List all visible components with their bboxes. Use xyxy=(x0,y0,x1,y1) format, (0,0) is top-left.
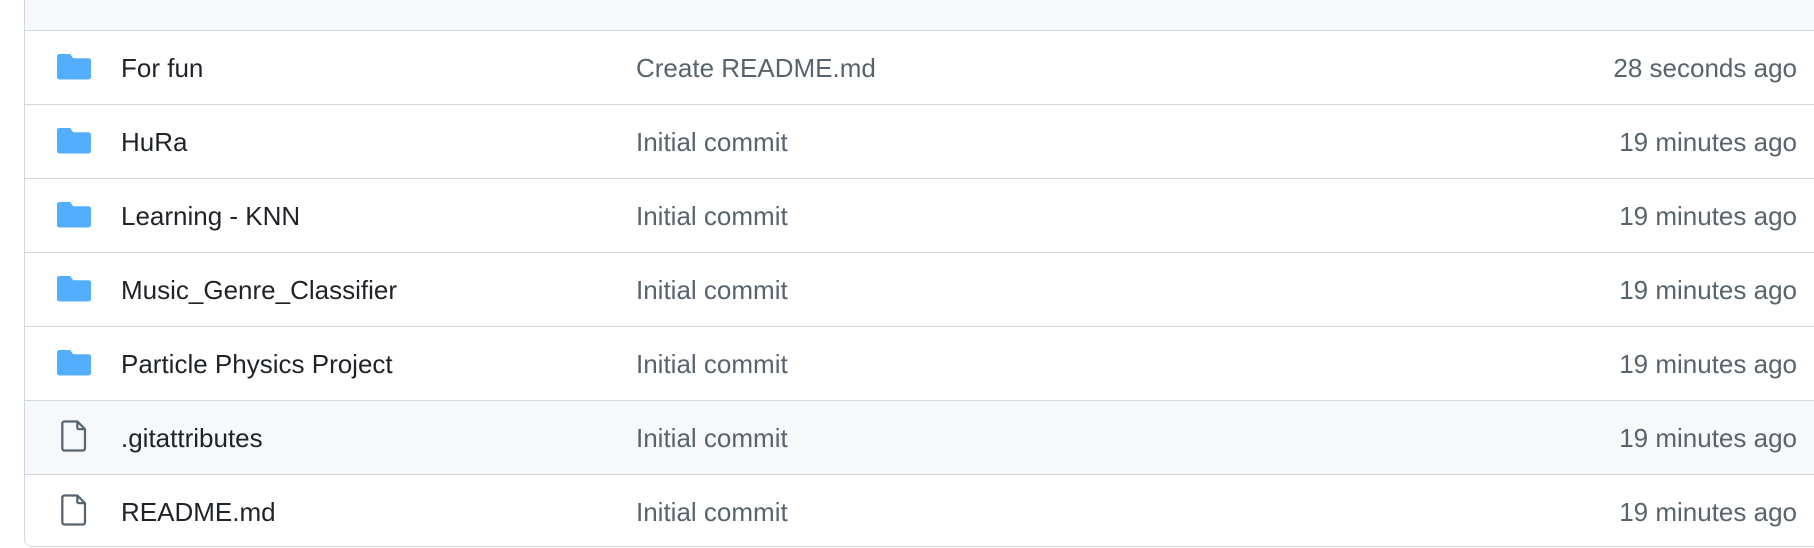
table-row[interactable]: Learning - KNN Initial commit 19 minutes… xyxy=(25,179,1814,253)
folder-icon xyxy=(57,271,91,305)
table-row[interactable]: Music_Genre_Classifier Initial commit 19… xyxy=(25,253,1814,327)
file-name-link[interactable]: Learning - KNN xyxy=(121,179,300,253)
table-header xyxy=(25,0,1814,31)
table-row[interactable]: README.md Initial commit 19 minutes ago xyxy=(25,475,1814,546)
file-name-link[interactable]: For fun xyxy=(121,31,203,105)
file-name-link[interactable]: README.md xyxy=(121,475,276,546)
file-name-link[interactable]: Music_Genre_Classifier xyxy=(121,253,397,327)
commit-age: 19 minutes ago xyxy=(1619,423,1797,453)
folder-icon xyxy=(57,49,91,83)
commit-message-link[interactable]: Initial commit xyxy=(636,475,788,546)
commit-age: 19 minutes ago xyxy=(1619,349,1797,379)
commit-message-link[interactable]: Initial commit xyxy=(636,179,788,253)
file-icon xyxy=(57,493,91,527)
commit-age: 19 minutes ago xyxy=(1619,275,1797,305)
table-row[interactable]: Particle Physics Project Initial commit … xyxy=(25,327,1814,401)
folder-icon xyxy=(57,197,91,231)
folder-icon xyxy=(57,123,91,157)
commit-age: 19 minutes ago xyxy=(1619,497,1797,527)
commit-message-link[interactable]: Initial commit xyxy=(636,327,788,401)
file-name-link[interactable]: Particle Physics Project xyxy=(121,327,393,401)
file-name-link[interactable]: HuRa xyxy=(121,105,187,179)
table-row[interactable]: HuRa Initial commit 19 minutes ago xyxy=(25,105,1814,179)
commit-message-link[interactable]: Create README.md xyxy=(636,31,876,105)
commit-age: 28 seconds ago xyxy=(1613,53,1797,83)
commit-message-link[interactable]: Initial commit xyxy=(636,105,788,179)
folder-icon xyxy=(57,345,91,379)
table-row[interactable]: .gitattributes Initial commit 19 minutes… xyxy=(25,401,1814,475)
commit-age: 19 minutes ago xyxy=(1619,127,1797,157)
file-table: For fun Create README.md 28 seconds ago … xyxy=(24,0,1814,547)
file-icon xyxy=(57,419,91,453)
commit-message-link[interactable]: Initial commit xyxy=(636,253,788,327)
commit-message-link[interactable]: Initial commit xyxy=(636,401,788,475)
file-name-link[interactable]: .gitattributes xyxy=(121,401,263,475)
commit-age: 19 minutes ago xyxy=(1619,201,1797,231)
table-row[interactable]: For fun Create README.md 28 seconds ago xyxy=(25,31,1814,105)
